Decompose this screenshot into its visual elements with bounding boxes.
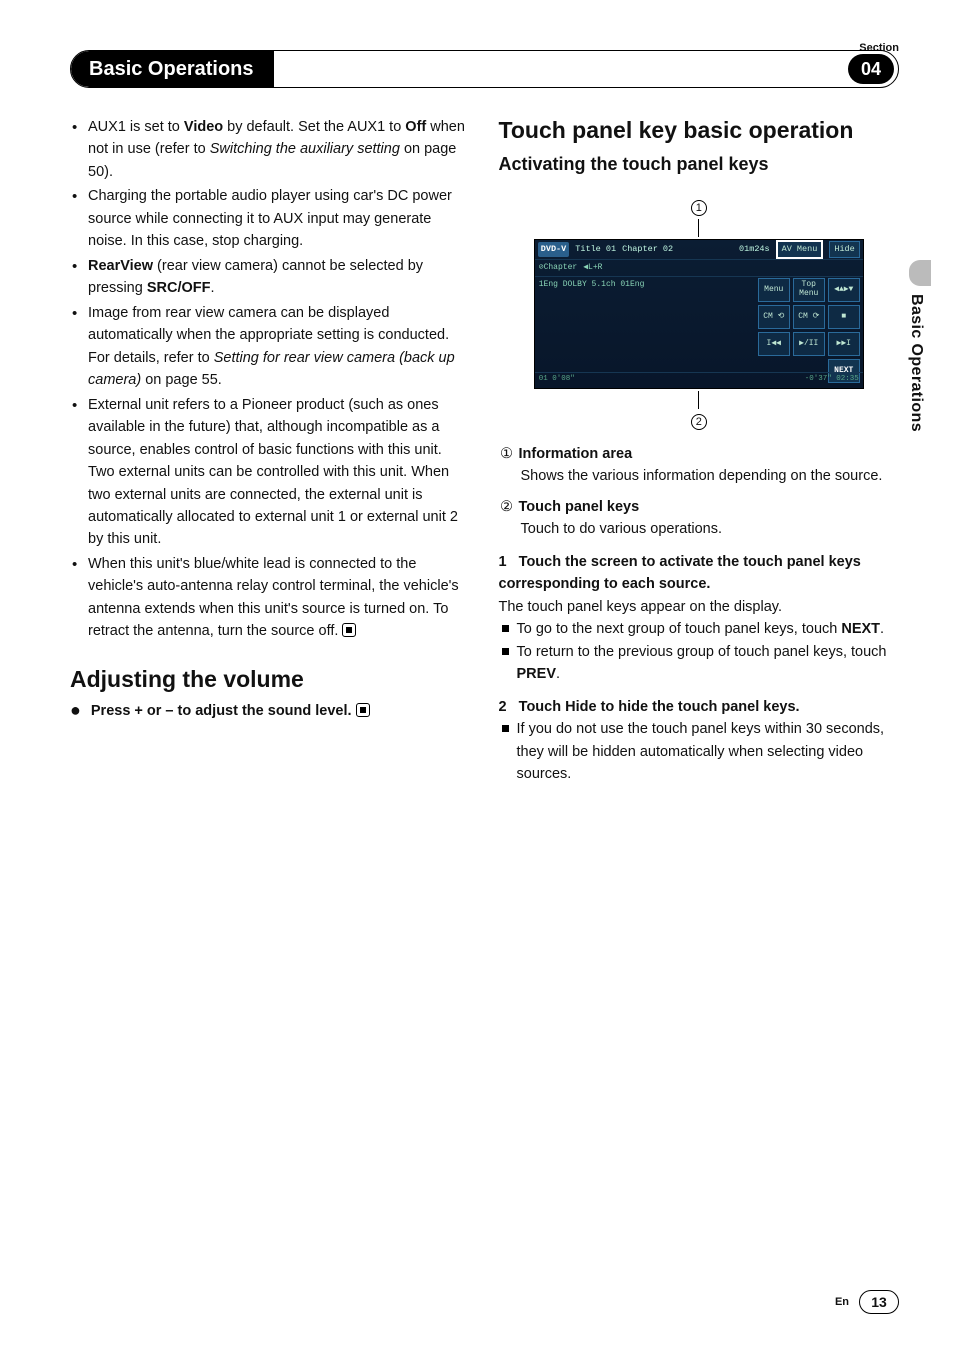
bottom-left-time: 01 0'08" <box>539 374 575 386</box>
step-1-heading: 1 Touch the screen to activate the touch… <box>499 551 900 596</box>
title-label: Title 01 <box>575 243 616 256</box>
device-screen: DVD-V Title 01 Chapter 02 01m24s AV Menu… <box>534 239 864 389</box>
side-tab: Basic Operations <box>907 260 929 432</box>
touch-panel-heading: Touch panel key basic operation <box>499 116 900 145</box>
step-1-sub-next: To go to the next group of touch panel k… <box>499 618 900 640</box>
stop-icon <box>342 623 356 637</box>
bullet-antenna: When this unit's blue/white lead is conn… <box>70 553 471 643</box>
bullet-rearview-auto: Image from rear view camera can be displ… <box>70 302 471 392</box>
av-menu-button[interactable]: AV Menu <box>776 240 824 259</box>
footer-language: En <box>835 1296 849 1308</box>
step-2-heading: 2 Touch Hide to hide the touch panel key… <box>499 696 900 718</box>
footer-page-number: 13 <box>859 1290 899 1314</box>
chapter-label: Chapter 02 <box>622 243 673 256</box>
bullet-dot-icon: ● <box>70 700 81 721</box>
step-1-sub-prev: To return to the previous group of touch… <box>499 641 900 686</box>
section-number-badge: 04 <box>848 54 894 84</box>
step-2-sub: If you do not use the touch panel keys w… <box>499 718 900 785</box>
hide-button[interactable]: Hide <box>829 241 859 258</box>
play-pause-button[interactable]: ▶/II <box>793 332 825 356</box>
left-column: AUX1 is set to Video by default. Set the… <box>70 116 471 785</box>
stop-icon <box>356 703 370 717</box>
def-touch-panel-keys: ② Touch panel keys Touch to do various o… <box>499 496 900 541</box>
adjusting-volume-heading: Adjusting the volume <box>70 665 471 694</box>
page-title: Basic Operations <box>71 51 274 87</box>
screen-top-bar: DVD-V Title 01 Chapter 02 01m24s AV Menu… <box>535 240 863 260</box>
page-footer: En 13 <box>835 1290 899 1314</box>
volume-step: ● Press + or – to adjust the sound level… <box>70 700 471 722</box>
screen-sub-bar: ⊘Chapter ◀L+R <box>535 260 863 277</box>
elapsed-time: 01m24s <box>739 243 770 256</box>
prev-track-button[interactable]: I◀◀ <box>758 332 790 356</box>
bullet-aux1: AUX1 is set to Video by default. Set the… <box>70 116 471 183</box>
screen-bottom-bar: 01 0'08" -0'37" 02:35 <box>535 372 863 388</box>
top-menu-button[interactable]: Top Menu <box>793 278 825 302</box>
side-tab-nub <box>909 260 931 286</box>
header-bar: Basic Operations 04 <box>70 50 899 88</box>
next-track-button[interactable]: ▶▶I <box>828 332 860 356</box>
source-badge: DVD-V <box>538 242 570 257</box>
side-tab-label: Basic Operations <box>907 294 925 432</box>
def-information-area: ① Information area Shows the various inf… <box>499 443 900 488</box>
bullet-rearview: RearView (rear view camera) cannot be se… <box>70 255 471 300</box>
stop-button[interactable]: ■ <box>828 305 860 329</box>
bullet-charging-noise: Charging the portable audio player using… <box>70 185 471 252</box>
arrow-pad-button[interactable]: ◀▲▶▼ <box>828 278 860 302</box>
bottom-right-time: -0'37" 02:35 <box>805 374 859 386</box>
callout-2: 2 <box>691 414 707 430</box>
activating-subheading: Activating the touch panel keys <box>499 151 900 179</box>
cm-back-button[interactable]: CM ⟲ <box>758 305 790 329</box>
callout-1: 1 <box>691 200 707 216</box>
right-column: Touch panel key basic operation Activati… <box>499 116 900 785</box>
cm-forward-button[interactable]: CM ⟳ <box>793 305 825 329</box>
menu-button[interactable]: Menu <box>758 278 790 302</box>
device-figure: 1 DVD-V Title 01 Chapter 02 01m24s AV Me… <box>534 197 864 431</box>
step-1-body: The touch panel keys appear on the displ… <box>499 596 900 618</box>
touch-panel-key-grid: Menu Top Menu ◀▲▶▼ CM ⟲ CM ⟳ ■ I◀◀ ▶/II … <box>758 278 860 383</box>
bullet-external-unit: External unit refers to a Pioneer produc… <box>70 394 471 551</box>
